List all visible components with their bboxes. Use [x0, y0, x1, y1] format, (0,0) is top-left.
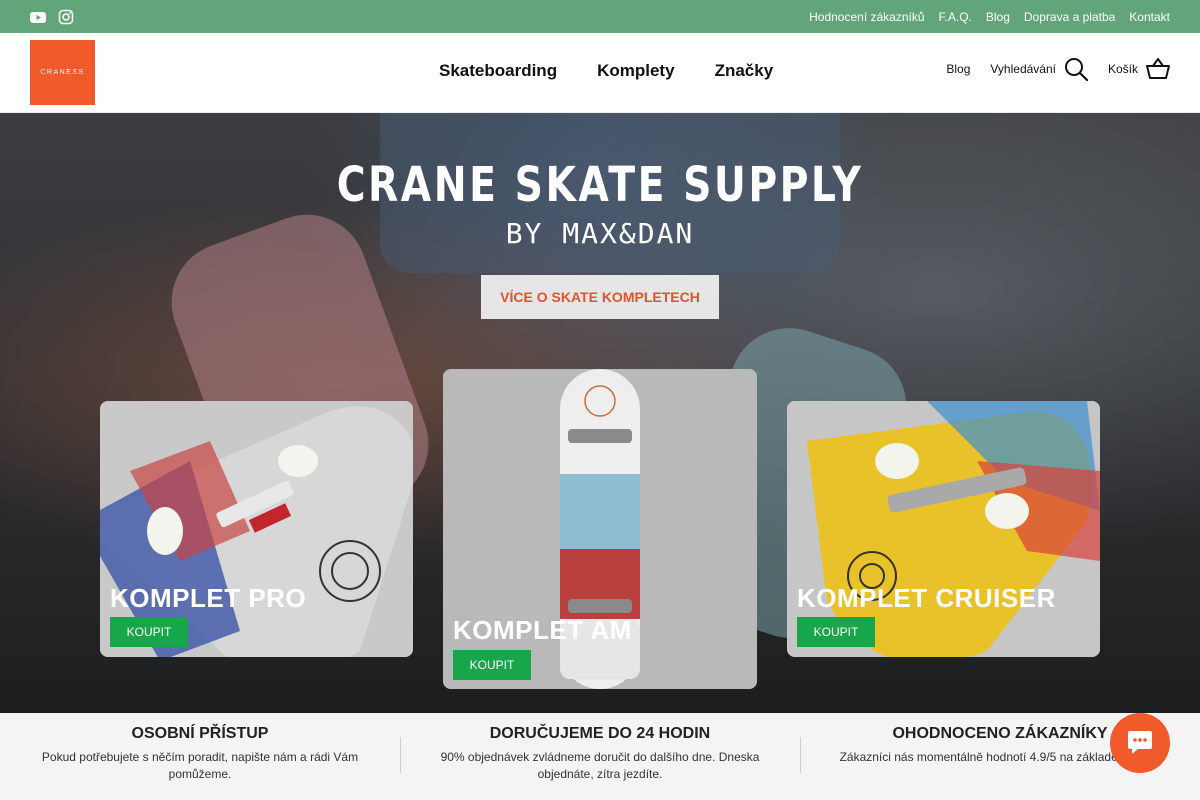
feature-title: OSOBNÍ PŘÍSTUP: [131, 725, 269, 742]
cart-button[interactable]: Košík: [1108, 58, 1170, 80]
hero-banner: CRANE SKATE SUPPLY BY MAX&DAN VÍCE O SKA…: [0, 113, 1200, 713]
feature-personal: OSOBNÍ PŘÍSTUP Pokud potřebujete s něčím…: [0, 725, 400, 783]
youtube-icon[interactable]: [30, 9, 46, 25]
search-button[interactable]: Vyhledávání: [990, 57, 1088, 81]
product-name: KOMPLET AM: [453, 615, 632, 645]
top-links: Hodnocení zákazníků F.A.Q. Blog Doprava …: [809, 10, 1170, 24]
nav-znacky[interactable]: Značky: [715, 61, 774, 81]
feature-text: 90% objednávek zvládneme doručit do dalš…: [440, 750, 760, 781]
social-links: [30, 9, 74, 25]
product-name: KOMPLET PRO: [110, 583, 307, 613]
buy-button[interactable]: KOUPIT: [797, 617, 875, 647]
cart-label: Košík: [1107, 62, 1138, 76]
search-label: Vyhledávání: [990, 62, 1056, 76]
buy-button[interactable]: KOUPIT: [110, 617, 188, 647]
announcement-bar: Hodnocení zákazníků F.A.Q. Blog Doprava …: [0, 0, 1200, 33]
chat-icon: [1126, 729, 1154, 758]
top-link-blog[interactable]: Blog: [986, 10, 1010, 24]
header-blog-link[interactable]: Blog: [946, 62, 970, 76]
logo[interactable]: CRANESS: [30, 40, 95, 105]
logo-text: CRANESS: [40, 69, 85, 76]
top-link-faq[interactable]: F.A.Q.: [939, 10, 972, 24]
product-card-am[interactable]: KOMPLET AM KOUPIT: [443, 369, 757, 689]
nav-skateboarding[interactable]: Skateboarding: [439, 61, 557, 81]
chat-button[interactable]: [1110, 713, 1170, 773]
nav-komplety[interactable]: Komplety: [597, 61, 674, 81]
feature-title: DORUČUJEME DO 24 HODIN: [489, 725, 711, 742]
top-link-contact[interactable]: Kontakt: [1129, 10, 1170, 24]
product-card-cruiser[interactable]: KOMPLET CRUISER KOUPIT: [787, 401, 1100, 657]
top-link-reviews[interactable]: Hodnocení zákazníků: [809, 10, 924, 24]
header-actions: Blog Vyhledávání Košík: [946, 57, 1170, 81]
feature-text: Pokud potřebujete s něčím poradit, napiš…: [41, 750, 359, 781]
features-bar: OSOBNÍ PŘÍSTUP Pokud potřebujete s něčím…: [0, 713, 1200, 800]
site-header: CRANESS Skateboarding Komplety Značky Bl…: [0, 33, 1200, 113]
basket-icon: [1146, 58, 1170, 80]
product-card-pro[interactable]: KOMPLET PRO KOUPIT: [100, 401, 413, 657]
product-name: KOMPLET CRUISER: [797, 583, 1056, 613]
hero-title: CRANE SKATE SUPPLY: [336, 157, 864, 213]
search-icon: [1064, 57, 1088, 81]
feature-delivery: DORUČUJEME DO 24 HODIN 90% objednávek zv…: [400, 725, 800, 783]
top-link-shipping[interactable]: Doprava a platba: [1024, 10, 1115, 24]
main-nav: Skateboarding Komplety Značky: [439, 61, 773, 81]
hero-cta-button[interactable]: VÍCE O SKATE KOMPLETECH: [481, 275, 719, 319]
buy-button[interactable]: KOUPIT: [453, 650, 531, 680]
instagram-icon[interactable]: [58, 9, 74, 25]
hero-subtitle: BY MAX&DAN: [505, 217, 695, 250]
